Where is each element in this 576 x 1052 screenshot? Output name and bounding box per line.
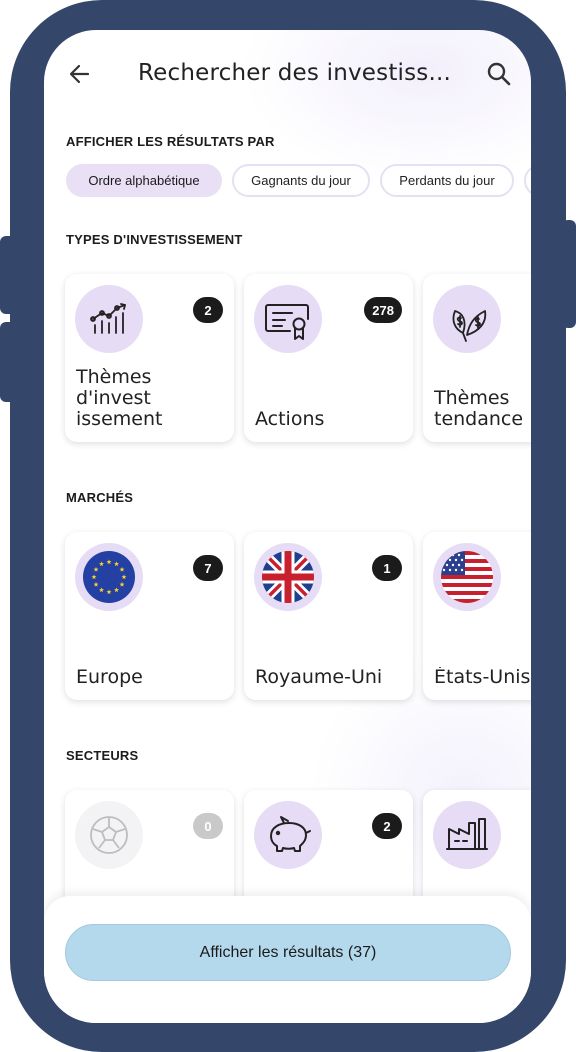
card-icon-circle <box>75 543 143 611</box>
chip-alphabetical[interactable]: Ordre alphabétique <box>66 164 222 197</box>
sectors-section-label: SECTEURS <box>66 748 139 763</box>
count-badge: 7 <box>193 555 223 581</box>
type-card-stocks[interactable]: 278 Actions <box>244 274 413 442</box>
chip-daily-gainers[interactable]: Gagnants du jour <box>232 164 370 197</box>
market-card-europe[interactable]: 7 Europe <box>65 532 234 700</box>
sort-section-label: AFFICHER LES RÉSULTATS PAR <box>66 134 275 149</box>
count-badge: 1 <box>372 555 402 581</box>
card-icon-circle <box>75 285 143 353</box>
chip-more[interactable] <box>524 164 531 197</box>
piggy-bank-icon <box>270 816 311 852</box>
card-icon-circle <box>433 801 501 869</box>
card-label: Thèmes tendance <box>434 388 524 430</box>
card-label: Actions <box>255 409 325 430</box>
certificate-icon <box>265 304 309 340</box>
header: Rechercher des investiss... <box>44 56 531 96</box>
uk-flag-icon <box>262 551 314 603</box>
count-badge: 2 <box>372 813 402 839</box>
dollar-leaves-icon <box>452 310 487 342</box>
bottom-panel: Afficher les résultats (37) <box>44 896 531 1023</box>
us-flag-icon <box>441 551 493 603</box>
eu-flag-icon <box>83 551 135 603</box>
count-badge: 2 <box>193 297 223 323</box>
count-badge: 0 <box>193 813 223 839</box>
count-badge: 278 <box>364 297 402 323</box>
type-card-trending-themes[interactable]: Thèmes tendance <box>423 274 531 442</box>
chip-daily-losers[interactable]: Perdants du jour <box>380 164 514 197</box>
page-title: Rechercher des investiss... <box>138 60 452 86</box>
market-card-uk[interactable]: 1 Royaume-Uni <box>244 532 413 700</box>
types-section-label: TYPES D'INVESTISSEMENT <box>66 232 243 247</box>
card-icon-circle <box>433 543 501 611</box>
show-results-button[interactable]: Afficher les résultats (37) <box>65 924 511 981</box>
app-screen: Rechercher des investiss... AFFICHER LES… <box>44 30 531 1023</box>
soccer-ball-icon <box>90 816 128 854</box>
card-label: Royaume-Uni <box>255 667 383 688</box>
card-label: États-Unis <box>434 667 531 688</box>
card-icon-circle <box>254 801 322 869</box>
card-icon-circle <box>75 801 143 869</box>
card-label: Thèmes d'invest issement <box>76 367 163 430</box>
back-button[interactable] <box>66 60 94 88</box>
card-icon-circle <box>254 285 322 353</box>
arrow-left-icon <box>69 64 90 84</box>
sort-chips: Ordre alphabétique Gagnants du jour Perd… <box>66 164 531 198</box>
type-card-investment-themes[interactable]: 2 Thèmes d'invest issement <box>65 274 234 442</box>
card-icon-circle <box>433 285 501 353</box>
chart-bars-icon <box>90 303 126 334</box>
card-label: Europe <box>76 667 143 688</box>
card-icon-circle <box>254 543 322 611</box>
search-button[interactable] <box>485 60 513 88</box>
markets-section-label: MARCHÉS <box>66 490 134 505</box>
factory-icon <box>446 818 488 850</box>
market-card-us[interactable]: États-Unis <box>423 532 531 700</box>
search-icon <box>487 62 511 86</box>
